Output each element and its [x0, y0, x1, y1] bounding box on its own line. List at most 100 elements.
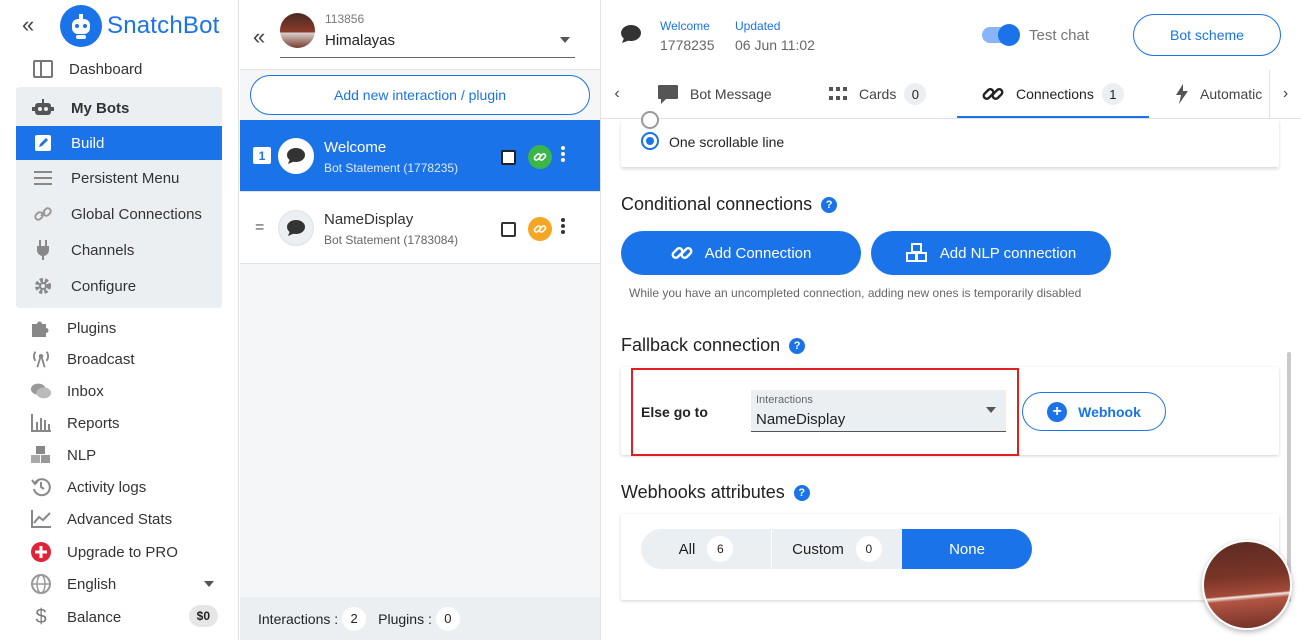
segment-count: 0 — [855, 536, 882, 562]
link-icon[interactable] — [528, 217, 552, 241]
nav-label: English — [67, 575, 117, 593]
tab-label: Connections — [1016, 86, 1094, 102]
chevron-left-icon[interactable]: ‹ — [601, 70, 633, 118]
fallback-connection-title: Fallback connection ? — [621, 335, 806, 356]
nav-balance[interactable]: $ Balance $0 — [30, 600, 222, 634]
bot-select-underline — [280, 57, 575, 58]
nav-label: Inbox — [67, 382, 104, 400]
interactions-panel: « 113856 Himalayas Add new interaction /… — [240, 0, 600, 640]
radio-dot — [646, 137, 654, 145]
interaction-checkbox[interactable] — [501, 222, 516, 237]
webhooks-attributes-title: Webhooks attributes ? — [621, 482, 810, 503]
display-options-card: One scrollable line — [621, 111, 1279, 167]
robot-icon — [32, 97, 54, 119]
nav-persistent-menu[interactable]: Persistent Menu — [16, 161, 222, 195]
puzzle-icon — [30, 317, 52, 339]
bot-scheme-button[interactable]: Bot scheme — [1133, 14, 1281, 56]
test-chat-toggle[interactable] — [982, 24, 1020, 46]
link-icon — [671, 242, 693, 264]
tab-cards[interactable]: Cards 0 — [829, 70, 927, 118]
chevron-right-icon[interactable]: › — [1269, 70, 1301, 118]
more-vert-icon[interactable] — [560, 146, 566, 164]
scrollbar[interactable] — [1287, 352, 1291, 602]
nav-build[interactable]: Build — [16, 126, 222, 160]
nav-label: Broadcast — [67, 350, 135, 368]
nav-channels[interactable]: Channels — [16, 233, 222, 267]
interactions-count-label: Interactions : — [258, 610, 339, 627]
cubes-icon — [30, 444, 52, 466]
select-value: NameDisplay — [756, 411, 846, 428]
nav-configure[interactable]: Configure — [16, 269, 222, 303]
button-label: Add Connection — [704, 244, 812, 262]
help-icon[interactable]: ? — [789, 337, 806, 354]
interactions-select[interactable]: Interactions NameDisplay — [751, 390, 1006, 432]
more-vert-icon[interactable] — [560, 218, 566, 236]
radio-button-selected[interactable] — [641, 132, 659, 150]
interaction-label: Welcome — [660, 19, 710, 33]
nav-plugins[interactable]: Plugins — [30, 311, 236, 345]
add-connection-button[interactable]: Add Connection — [621, 231, 861, 275]
nav-reports[interactable]: Reports — [30, 406, 236, 440]
help-icon[interactable]: ? — [793, 484, 810, 501]
nav-activity-logs[interactable]: Activity logs — [30, 470, 236, 504]
logo[interactable]: SnatchBot — [60, 5, 220, 47]
plus-badge-icon — [30, 541, 52, 563]
nav-broadcast[interactable]: Broadcast — [30, 342, 236, 376]
segment-none[interactable]: None — [902, 529, 1032, 569]
select-label: Interactions — [756, 394, 813, 406]
section-title-text: Conditional connections — [621, 194, 813, 214]
drag-handle[interactable]: = — [255, 219, 264, 237]
test-chat-avatar-button[interactable] — [1202, 540, 1292, 630]
balance-badge: $0 — [188, 605, 218, 627]
interaction-row[interactable]: = NameDisplay Bot Statement (1783084) — [240, 192, 600, 264]
editor-tabs: Bot Message Cards 0 Connections 1 Automa… — [601, 70, 1301, 119]
plus-icon: + — [1047, 401, 1068, 422]
nav-inbox[interactable]: Inbox — [30, 374, 236, 408]
nav-upgrade-pro[interactable]: Upgrade to PRO — [30, 535, 236, 569]
tab-connections[interactable]: Connections 1 — [982, 70, 1124, 118]
nav-my-bots[interactable]: My Bots — [16, 91, 222, 125]
snatchbot-robot-icon — [60, 5, 102, 47]
active-tab-indicator — [957, 116, 1149, 118]
menu-icon — [32, 167, 54, 189]
dollar-icon: $ — [35, 605, 47, 628]
add-interaction-button[interactable]: Add new interaction / plugin — [250, 75, 590, 115]
help-icon[interactable]: ? — [821, 196, 838, 213]
tab-bot-message[interactable]: Bot Message — [658, 70, 772, 118]
lightning-icon — [1176, 84, 1188, 104]
tab-count: 1 — [1101, 83, 1124, 105]
link-icon — [32, 203, 54, 225]
interaction-row[interactable]: 1 Welcome Bot Statement (1778235) — [240, 120, 600, 192]
tab-automatic[interactable]: Automatic — [1176, 70, 1262, 118]
test-chat-label: Test chat — [1029, 27, 1090, 44]
chevron-down-icon[interactable] — [560, 37, 570, 43]
nav-dashboard[interactable]: Dashboard — [16, 52, 222, 86]
nav-advanced-stats[interactable]: Advanced Stats — [30, 502, 236, 536]
interaction-type: Bot Statement (1778235) — [324, 161, 459, 175]
segment-custom[interactable]: Custom 0 — [771, 529, 902, 569]
tab-count: 0 — [904, 83, 927, 105]
connections-hint: While you have an uncompleted connection… — [629, 286, 1082, 300]
tab-label: Bot Message — [690, 86, 772, 102]
collapse-nav-icon[interactable]: « — [22, 14, 34, 36]
editor-header: Welcome 1778235 Updated 06 Jun 11:02 Tes… — [601, 0, 1301, 70]
edit-icon — [32, 132, 54, 154]
radio-button[interactable] — [641, 111, 659, 129]
cubes-icon — [905, 243, 928, 263]
nav-label: Global Connections — [71, 205, 202, 223]
nav-global-connections[interactable]: Global Connections — [16, 197, 222, 231]
nav-label: Activity logs — [67, 478, 147, 496]
segment-all[interactable]: All 6 — [641, 529, 771, 569]
bot-avatar — [280, 13, 315, 48]
nav-language[interactable]: English — [30, 567, 222, 601]
collapse-panel-icon[interactable]: « — [253, 24, 265, 50]
nav-nlp[interactable]: NLP — [30, 438, 236, 472]
webhook-button[interactable]: + Webhook — [1022, 392, 1166, 431]
bot-select[interactable]: Himalayas — [325, 32, 395, 49]
chevron-down-icon — [204, 581, 214, 587]
nav-label: Channels — [71, 241, 135, 259]
link-icon[interactable] — [528, 145, 552, 169]
globe-icon — [30, 573, 52, 595]
interaction-checkbox[interactable] — [501, 150, 516, 165]
add-nlp-connection-button[interactable]: Add NLP connection — [871, 231, 1111, 275]
